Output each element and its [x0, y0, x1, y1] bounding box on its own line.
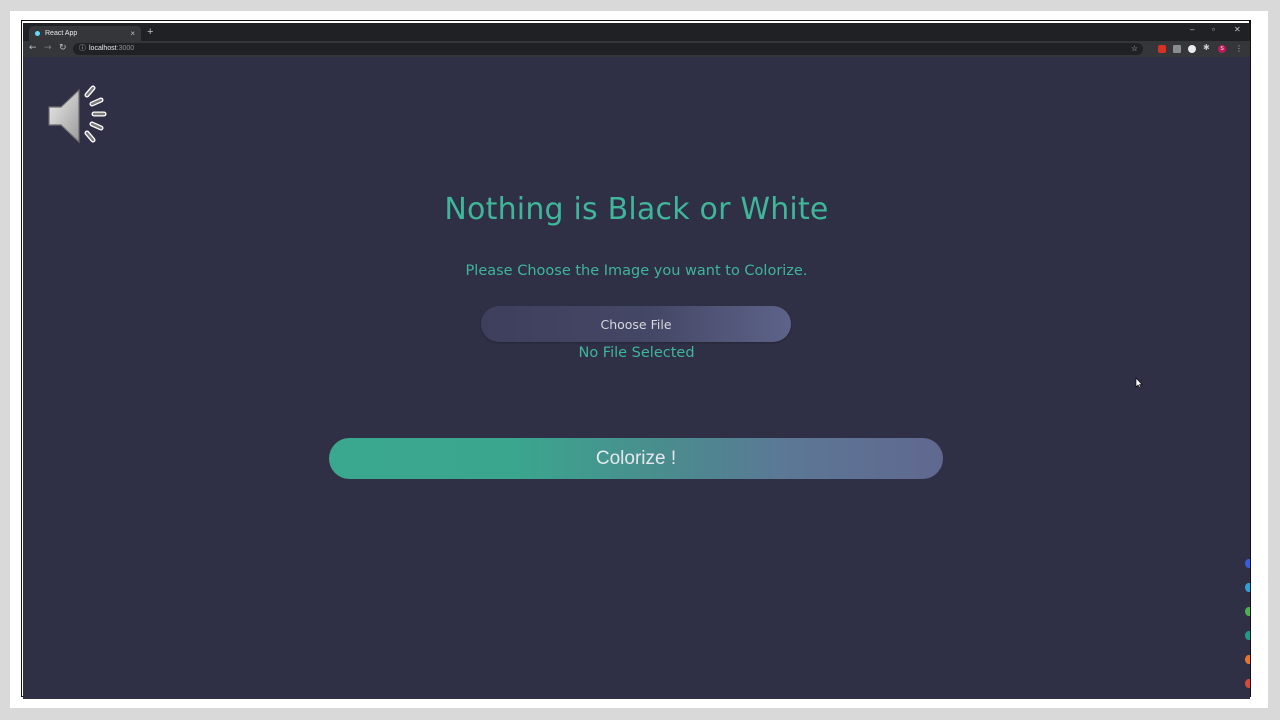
side-tool-dot-green[interactable]	[1245, 607, 1250, 616]
side-tool-dot-cyan[interactable]	[1245, 583, 1250, 592]
page-title: Nothing is Black or White	[444, 192, 829, 227]
url-input[interactable]: ⓘ localhost:3000 ☆	[73, 43, 1143, 55]
profile-avatar[interactable]: S	[1218, 45, 1226, 53]
minimize-button[interactable]: –	[1190, 25, 1194, 34]
extension-red-icon[interactable]	[1158, 45, 1166, 53]
restore-button[interactable]: ▫	[1212, 25, 1215, 34]
side-tool-dot-teal[interactable]	[1245, 631, 1250, 640]
address-bar-row: ← → ↻ ⓘ localhost:3000 ☆ ✱ S ⋮	[23, 41, 1250, 57]
extension-gray-icon[interactable]	[1173, 45, 1181, 53]
extension-white-icon[interactable]	[1188, 45, 1196, 53]
file-status-text: No File Selected	[578, 345, 695, 361]
browser-tab[interactable]: React App ×	[29, 26, 141, 41]
reload-icon[interactable]: ↻	[59, 43, 67, 53]
tab-title: React App	[45, 30, 78, 37]
close-window-button[interactable]: ✕	[1234, 25, 1241, 34]
side-tool-dot-red[interactable]	[1245, 679, 1250, 688]
react-favicon-icon	[35, 31, 40, 36]
side-tool-dot-orange[interactable]	[1245, 655, 1250, 664]
tab-strip: React App × + – ▫ ✕	[23, 23, 1250, 41]
forward-arrow-icon[interactable]: →	[44, 43, 52, 53]
app-page: Nothing is Black or White Please Choose …	[23, 57, 1250, 699]
colorize-button[interactable]: Colorize !	[329, 438, 943, 479]
back-arrow-icon[interactable]: ←	[29, 43, 37, 53]
bookmark-star-icon[interactable]: ☆	[1131, 43, 1138, 55]
speaker-sound-icon[interactable]	[45, 85, 115, 147]
choose-file-button[interactable]: Choose File	[481, 306, 791, 342]
new-tab-button[interactable]: +	[147, 26, 153, 39]
tab-close-icon[interactable]: ×	[130, 29, 135, 38]
mouse-cursor-icon	[1135, 377, 1143, 389]
url-host: localhost	[89, 45, 117, 52]
menu-kebab-icon[interactable]: ⋮	[1235, 44, 1243, 53]
site-info-icon[interactable]: ⓘ	[79, 45, 86, 52]
side-tool-dot-blue[interactable]	[1245, 559, 1250, 568]
browser-window: React App × + – ▫ ✕ ← → ↻ ⓘ localhost:300…	[23, 23, 1250, 699]
extensions-puzzle-icon[interactable]: ✱	[1203, 44, 1211, 52]
url-port: :3000	[116, 45, 135, 52]
page-subtitle: Please Choose the Image you want to Colo…	[465, 263, 808, 279]
